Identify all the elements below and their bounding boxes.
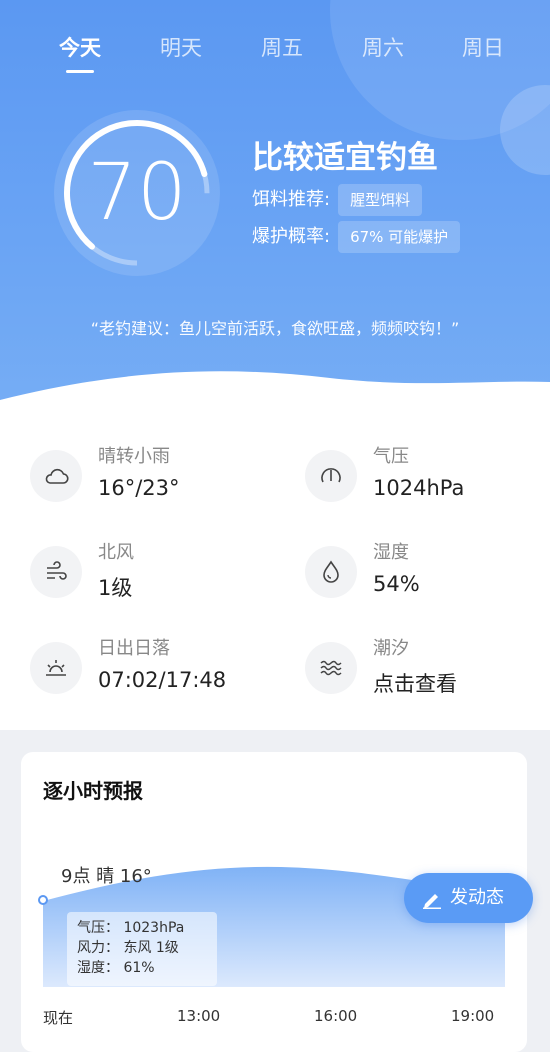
tooltip-pressure: 气压： 1023hPa bbox=[77, 920, 185, 936]
tab-today[interactable]: 今天 bbox=[35, 30, 125, 73]
wind-item: 北风 1级 bbox=[30, 538, 290, 608]
x-label-1600: 16:00 bbox=[314, 1007, 358, 1025]
tab-label: 周五 bbox=[261, 36, 303, 60]
pen-icon bbox=[423, 894, 441, 909]
rate-value: 67% 可能爆护 bbox=[338, 221, 461, 253]
tab-sunday[interactable]: 周日 bbox=[438, 30, 528, 66]
sunrise-sunset-time: 07:02/17:48 bbox=[98, 668, 227, 692]
wind-icon bbox=[30, 546, 82, 598]
pressure-label: 气压 bbox=[373, 446, 409, 467]
tide-view-link[interactable]: 点击查看 bbox=[373, 668, 457, 698]
fishing-score-gauge: 70 bbox=[52, 108, 222, 278]
day-tabs: 今天 明天 周五 周六 周日 bbox=[0, 30, 550, 80]
x-label-now: 现在 bbox=[43, 1009, 74, 1027]
post-update-button[interactable]: 发动态 bbox=[404, 873, 533, 923]
bait-value: 腥型饵料 bbox=[338, 184, 423, 216]
catch-probability: 爆护概率: 67% 可能爆护 bbox=[252, 221, 461, 253]
humidity-label: 湿度 bbox=[373, 542, 409, 563]
hourly-forecast-title: 逐小时预报 bbox=[43, 779, 143, 803]
cloud-icon bbox=[30, 450, 82, 502]
humidity-value: 54% bbox=[373, 572, 420, 596]
tab-label: 周日 bbox=[462, 36, 504, 60]
hourly-point-label: 9点 晴 16° bbox=[61, 866, 152, 887]
fishing-suitability-title: 比较适宜钓鱼 bbox=[252, 140, 438, 176]
temperature-range: 16°/23° bbox=[98, 476, 180, 500]
tab-label: 今天 bbox=[59, 36, 101, 60]
waves-icon bbox=[305, 642, 357, 694]
x-label-1300: 13:00 bbox=[177, 1007, 221, 1025]
tooltip-wind: 风力： 东风 1级 bbox=[77, 940, 179, 956]
droplet-icon bbox=[305, 546, 357, 598]
tab-label: 周六 bbox=[362, 36, 404, 60]
x-label-1900: 19:00 bbox=[451, 1007, 495, 1025]
pressure-item: 气压 1024hPa bbox=[305, 442, 550, 512]
pressure-gauge-icon bbox=[305, 450, 357, 502]
tide-item[interactable]: 潮汐 点击查看 bbox=[305, 634, 550, 704]
post-update-label: 发动态 bbox=[450, 887, 504, 908]
wind-direction: 北风 bbox=[98, 542, 134, 563]
humidity-item: 湿度 54% bbox=[305, 538, 550, 608]
sunrise-sunset-label: 日出日落 bbox=[98, 638, 170, 659]
sunrise-icon bbox=[30, 642, 82, 694]
sunrise-sunset-item: 日出日落 07:02/17:48 bbox=[30, 634, 290, 704]
tab-friday[interactable]: 周五 bbox=[237, 30, 327, 66]
fishing-index-header: 今天 明天 周五 周六 周日 70 比较适宜钓鱼 饵料推荐: 腥型饵料 爆护概率:… bbox=[0, 0, 550, 430]
pressure-value: 1024hPa bbox=[373, 476, 465, 500]
current-point bbox=[38, 895, 48, 905]
bait-recommendation: 饵料推荐: 腥型饵料 bbox=[252, 184, 423, 216]
weather-condition-label: 晴转小雨 bbox=[98, 446, 170, 467]
hourly-tooltip: 气压： 1023hPa 风力： 东风 1级 湿度： 61% bbox=[67, 912, 217, 986]
tab-saturday[interactable]: 周六 bbox=[338, 30, 428, 66]
weather-details: 晴转小雨 16°/23° 气压 1024hPa 北风 1级 湿度 54% 日出日… bbox=[0, 400, 550, 730]
wind-level: 1级 bbox=[98, 576, 133, 600]
weather-condition-item: 晴转小雨 16°/23° bbox=[30, 442, 290, 512]
fishing-score: 70 bbox=[87, 148, 187, 238]
tab-tomorrow[interactable]: 明天 bbox=[136, 30, 226, 66]
tab-label: 明天 bbox=[160, 36, 202, 60]
active-tab-indicator bbox=[66, 70, 94, 73]
tooltip-humidity: 湿度： 61% bbox=[77, 960, 155, 976]
angler-advice: “老钓建议：鱼儿空前活跃，食欲旺盛，频频咬钩！” bbox=[90, 319, 460, 338]
bait-label: 饵料推荐: bbox=[252, 189, 331, 210]
tide-label: 潮汐 bbox=[373, 638, 409, 659]
rate-label: 爆护概率: bbox=[252, 226, 331, 247]
